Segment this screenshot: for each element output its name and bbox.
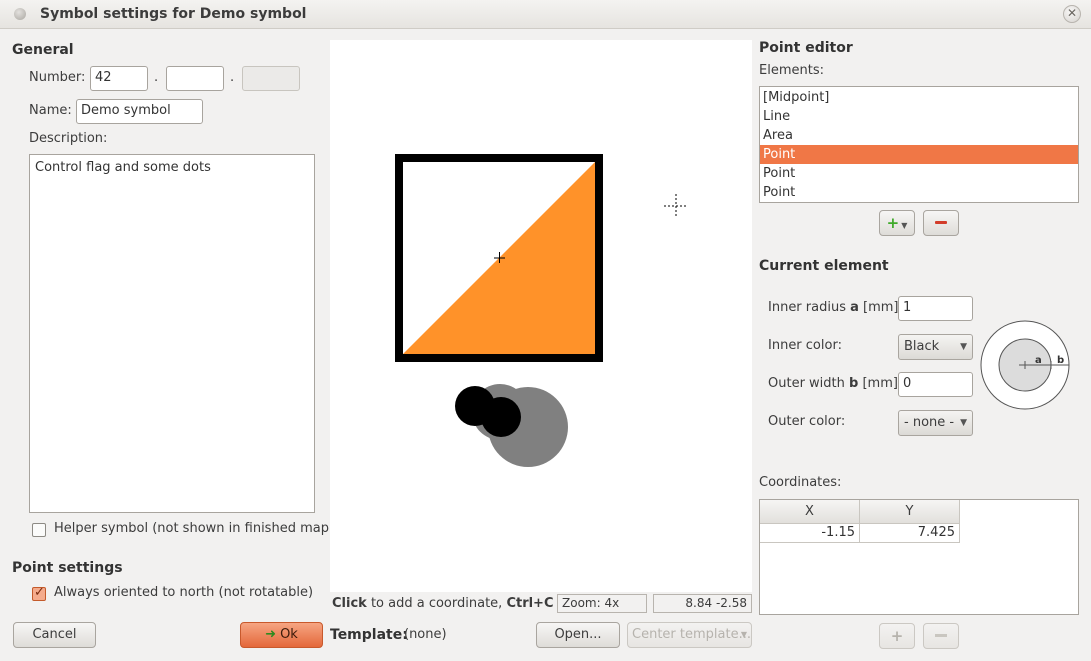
outer-width-label-unit: [mm]: <box>858 376 903 391</box>
coordinates-table[interactable]: X Y -1.15 7.425 <box>759 499 1079 615</box>
list-item-point[interactable]: Point <box>760 164 1078 183</box>
number-field-2[interactable] <box>166 66 224 91</box>
elements-label: Elements: <box>759 63 824 78</box>
cursor-crosshair-icon <box>664 194 688 218</box>
add-coordinate-button[interactable]: + <box>879 623 915 649</box>
chevron-down-icon: ▼ <box>960 418 967 428</box>
inner-radius-label-a: a <box>850 300 859 315</box>
oriented-north-label: Always oriented to north (not rotatable) <box>54 585 314 600</box>
remove-coordinate-button[interactable] <box>923 623 959 649</box>
outer-width-label-text: Outer width <box>768 376 850 391</box>
center-template-label: Center template... <box>632 627 751 642</box>
description-label: Description: <box>29 131 108 146</box>
diagram-label-b: b <box>1057 355 1064 366</box>
symbol-preview-canvas[interactable] <box>330 40 752 592</box>
add-element-button[interactable]: + ▼ <box>879 210 915 236</box>
arrow-right-icon: ➜ <box>265 627 277 642</box>
ok-button[interactable]: ➜ Ok <box>240 622 323 648</box>
helper-symbol-checkbox[interactable] <box>32 523 46 537</box>
general-heading: General <box>12 42 74 58</box>
outer-color-select[interactable]: - none - ▼ <box>898 410 973 436</box>
outer-width-label: Outer width b [mm]: <box>768 376 902 391</box>
chevron-down-icon: ▼ <box>901 221 908 230</box>
template-label: Template: <box>330 627 408 643</box>
canvas-status-bar: Click to add a coordinate, Ctrl+Click Zo… <box>330 594 752 614</box>
inner-radius-label: Inner radius a [mm]: <box>768 300 903 315</box>
list-item-area[interactable]: Area <box>760 126 1078 145</box>
zoom-indicator: Zoom: 4x <box>557 594 647 613</box>
inner-radius-label-unit: [mm]: <box>858 300 903 315</box>
status-hint-click: Click <box>332 596 367 611</box>
list-item-midpoint[interactable]: [Midpoint] <box>760 88 1078 107</box>
diagram-label-a: a <box>1035 355 1042 366</box>
name-field[interactable]: Demo symbol <box>76 99 203 124</box>
window-title: Symbol settings for Demo symbol <box>40 6 307 22</box>
cancel-button[interactable]: Cancel <box>13 622 96 648</box>
title-bar: Symbol settings for Demo symbol ✕ <box>0 0 1091 29</box>
plus-icon: + <box>890 627 904 645</box>
column-header-y[interactable]: Y <box>860 500 960 524</box>
cursor-coordinates: 8.84 -2.58 <box>653 594 752 613</box>
coordinate-cell-x[interactable]: -1.15 <box>760 524 860 543</box>
template-value: (none) <box>404 627 447 642</box>
current-element-heading: Current element <box>759 258 889 274</box>
chevron-down-icon: ▼ <box>960 342 967 352</box>
symbol-preview-svg <box>395 154 688 467</box>
center-template-button[interactable]: Center template... ▼ <box>627 622 752 648</box>
inner-color-value: Black <box>904 339 940 354</box>
outer-color-label: Outer color: <box>768 414 846 429</box>
plus-icon: + <box>886 214 900 232</box>
name-label: Name: <box>29 103 72 118</box>
chevron-down-icon: ▼ <box>740 630 747 639</box>
outer-width-field[interactable]: 0 <box>898 372 973 397</box>
ok-label: Ok <box>280 627 298 642</box>
open-template-button[interactable]: Open... <box>536 622 620 648</box>
point-editor-heading: Point editor <box>759 40 853 56</box>
oriented-north-checkbox[interactable] <box>32 585 46 601</box>
inner-radius-field[interactable]: 1 <box>898 296 973 321</box>
status-hint-ctrl-click: Ctrl+Click <box>506 596 554 611</box>
description-textarea[interactable]: Control flag and some dots <box>29 154 315 513</box>
list-item-point[interactable]: Point <box>760 183 1078 202</box>
status-hint: Click to add a coordinate, Ctrl+Click <box>332 594 554 613</box>
inner-radius-label-text: Inner radius <box>768 300 851 315</box>
black-dot-2 <box>481 397 521 437</box>
minus-icon <box>935 221 947 224</box>
status-hint-text: to add a coordinate, <box>366 596 507 611</box>
number-field-3 <box>242 66 300 91</box>
number-separator-2: . <box>230 70 235 85</box>
window-menu-icon[interactable] <box>14 8 26 20</box>
number-field-1[interactable]: 42 <box>90 66 148 91</box>
close-icon[interactable]: ✕ <box>1063 5 1081 23</box>
outer-color-value: - none - <box>904 415 955 430</box>
elements-list[interactable]: [Midpoint] Line Area Point Point Point <box>759 86 1079 203</box>
remove-element-button[interactable] <box>923 210 959 236</box>
minus-icon <box>935 634 947 637</box>
helper-symbol-label: Helper symbol (not shown in finished map… <box>54 521 335 536</box>
inner-color-select[interactable]: Black ▼ <box>898 334 973 360</box>
inner-color-label: Inner color: <box>768 338 842 353</box>
coordinates-label: Coordinates: <box>759 475 842 490</box>
point-settings-heading: Point settings <box>12 560 123 576</box>
number-separator-1: . <box>154 70 159 85</box>
number-label: Number: <box>29 70 86 85</box>
point-size-diagram: a b <box>980 320 1070 410</box>
column-header-x[interactable]: X <box>760 500 860 524</box>
list-item-point-selected[interactable]: Point <box>760 145 1078 164</box>
outer-width-label-b: b <box>849 376 859 391</box>
coordinate-cell-y[interactable]: 7.425 <box>860 524 960 543</box>
list-item-line[interactable]: Line <box>760 107 1078 126</box>
